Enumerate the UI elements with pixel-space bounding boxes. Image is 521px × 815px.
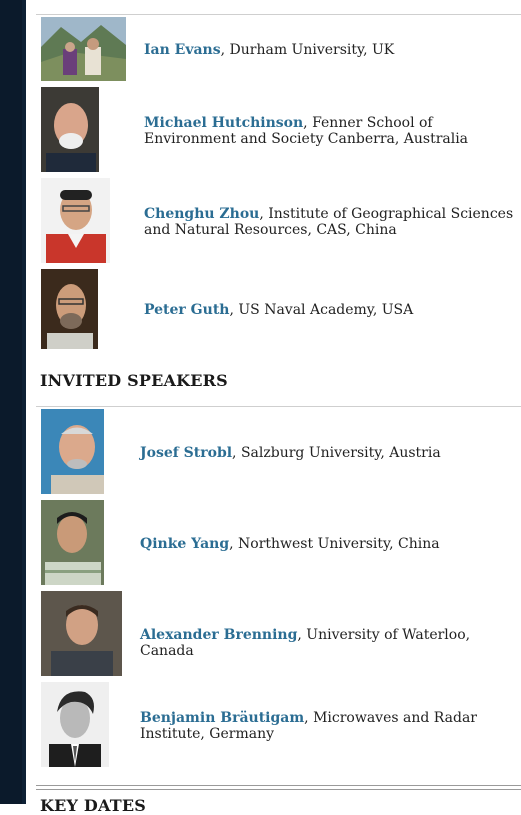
peter-guth-link[interactable]: Peter Guth: [144, 302, 229, 318]
josef-strobl-link[interactable]: Josef Strobl: [140, 445, 232, 461]
alexander-brenning-link[interactable]: Alexander Brenning: [140, 627, 297, 643]
ian-evans-photo: [41, 17, 126, 81]
key-dates-heading: KEY DATES: [40, 796, 146, 815]
chenghu-zhou-photo: [41, 178, 110, 263]
invited-divider: [36, 406, 521, 407]
josef-strobl-photo: [41, 409, 104, 494]
organiser-entry-4: Peter Guth, US Naval Academy, USA: [144, 302, 509, 318]
speaker-entry-4: Benjamin Bräutigam, Microwaves and Radar…: [140, 710, 512, 742]
qinke-yang-link[interactable]: Qinke Yang: [140, 536, 229, 552]
qinke-yang-photo: [41, 500, 104, 585]
organiser-entry-3: Chenghu Zhou, Institute of Geographical …: [144, 206, 516, 238]
organiser-entry-2: Michael Hutchinson, Fenner School of Env…: [144, 115, 516, 147]
speaker-entry-3: Alexander Brenning, University of Waterl…: [140, 627, 512, 659]
section-divider: [36, 785, 521, 790]
michael-hutchinson-photo: [41, 87, 99, 172]
speaker-entry-1: Josef Strobl, Salzburg University, Austr…: [140, 445, 512, 461]
peter-guth-photo: [41, 269, 98, 349]
organiser-entry-1: Ian Evans, Durham University, UK: [144, 42, 509, 58]
michael-hutchinson-link[interactable]: Michael Hutchinson: [144, 115, 303, 131]
josef-strobl-affiliation: , Salzburg University, Austria: [232, 445, 441, 461]
chenghu-zhou-link[interactable]: Chenghu Zhou: [144, 206, 259, 222]
left-bar-edge: [22, 0, 26, 804]
ian-evans-link[interactable]: Ian Evans: [144, 42, 221, 58]
speaker-entry-2: Qinke Yang, Northwest University, China: [140, 536, 512, 552]
invited-speakers-heading: INVITED SPEAKERS: [40, 371, 228, 390]
ian-evans-affiliation: , Durham University, UK: [220, 42, 395, 58]
alexander-brenning-photo: [41, 591, 122, 676]
peter-guth-affiliation: , US Naval Academy, USA: [229, 302, 414, 318]
qinke-yang-affiliation: , Northwest University, China: [229, 536, 440, 552]
benjamin-brautigam-photo: [41, 682, 109, 767]
benjamin-brautigam-link[interactable]: Benjamin Bräutigam: [140, 710, 304, 726]
top-divider: [36, 14, 521, 15]
left-dark-bar: [0, 0, 22, 804]
